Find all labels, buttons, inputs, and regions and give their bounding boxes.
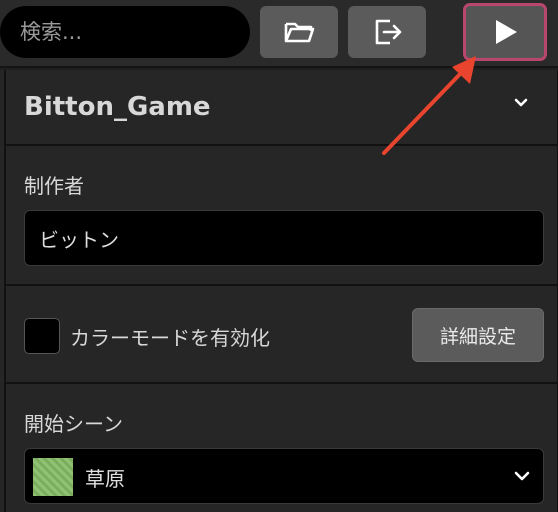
color-mode-label: カラーモードを有効化 — [70, 326, 270, 350]
color-mode-checkbox[interactable] — [24, 318, 60, 354]
search-input[interactable] — [20, 20, 230, 44]
toolbar — [0, 0, 558, 68]
export-icon — [375, 19, 402, 45]
folder-open-icon — [284, 22, 315, 43]
author-label: 制作者 — [24, 174, 84, 198]
open-folder-button[interactable] — [260, 6, 338, 58]
divider — [6, 284, 558, 286]
game-title-row[interactable]: Bitton_Game — [6, 70, 558, 146]
author-value: ビットン — [39, 227, 119, 252]
detail-settings-button[interactable]: 詳細設定 — [412, 308, 544, 362]
play-icon — [496, 20, 517, 44]
author-field[interactable]: ビットン — [24, 210, 544, 266]
start-scene-label: 開始シーン — [24, 412, 123, 436]
play-button[interactable] — [463, 3, 547, 61]
game-title: Bitton_Game — [24, 92, 211, 122]
start-scene-value: 草原 — [85, 467, 125, 491]
export-button[interactable] — [348, 6, 426, 58]
start-scene-select[interactable]: 草原 — [24, 448, 544, 504]
chevron-down-icon[interactable] — [510, 96, 532, 112]
detail-settings-label: 詳細設定 — [439, 325, 516, 348]
chevron-down-icon — [514, 471, 530, 481]
game-settings-panel: Bitton_Game 制作者 ビットン カラーモードを有効化 詳細設定 開始シ… — [0, 70, 558, 512]
scene-thumbnail — [33, 458, 73, 496]
search-box[interactable] — [0, 6, 250, 58]
divider — [6, 382, 558, 384]
